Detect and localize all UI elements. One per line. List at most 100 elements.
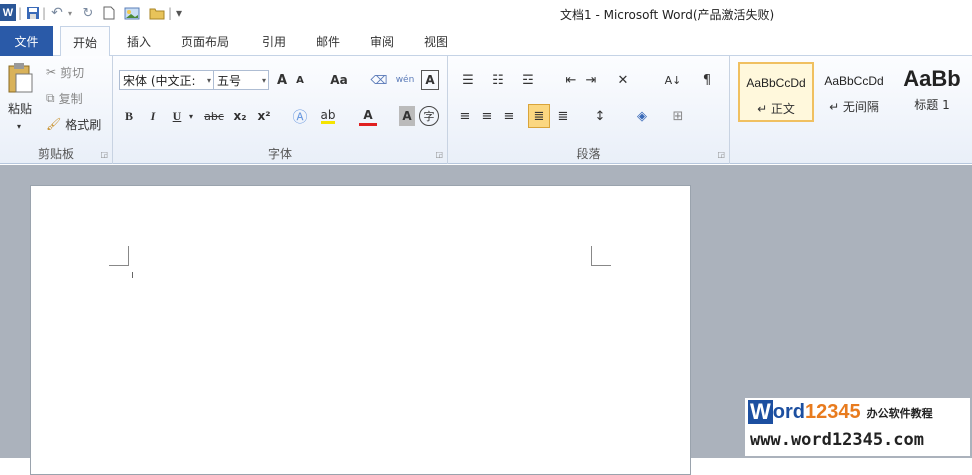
tab-references[interactable]: 引用: [262, 26, 286, 56]
character-shading-button[interactable]: A: [399, 106, 415, 126]
font-size-dropdown-icon[interactable]: ▾: [262, 76, 266, 85]
shading-icon[interactable]: ◈: [630, 106, 654, 126]
subscript-button[interactable]: x₂: [231, 106, 249, 126]
style-normal-name: ↵ 正文: [757, 102, 795, 116]
phonetic-guide-button[interactable]: wén: [395, 70, 415, 90]
document-page[interactable]: [30, 185, 691, 475]
cut-button[interactable]: ✂ 剪切: [46, 62, 84, 82]
undo-icon[interactable]: ↶: [49, 5, 65, 21]
customize-quick-access-icon[interactable]: ▾: [176, 5, 182, 21]
insert-picture-icon[interactable]: [123, 5, 141, 21]
tab-home[interactable]: 开始: [60, 26, 110, 57]
copy-icon: ⧉: [46, 90, 55, 105]
paste-dropdown-icon[interactable]: ▾: [12, 116, 26, 136]
decrease-indent-icon[interactable]: ⇤: [562, 70, 580, 90]
text-effects-icon[interactable]: Ⓐ: [290, 106, 310, 126]
watermark-brand-number: 12345: [804, 401, 861, 423]
watermark-tagline: 办公软件教程: [866, 408, 933, 420]
save-icon[interactable]: [25, 5, 41, 21]
highlighter-icon: ab: [320, 107, 336, 124]
clear-format-icon[interactable]: ⌫: [370, 70, 388, 90]
sort-button[interactable]: A↓: [662, 70, 684, 90]
open-folder-icon[interactable]: [148, 5, 166, 21]
new-document-icon[interactable]: [101, 5, 117, 21]
font-launcher-icon[interactable]: ◲: [435, 150, 443, 159]
character-border-button[interactable]: A: [421, 70, 439, 90]
line-spacing-icon[interactable]: ↕: [588, 106, 612, 126]
watermark-brand: W ord 12345 办公软件教程: [748, 400, 933, 424]
font-size-value: 五号: [217, 73, 242, 88]
style-heading-1-sample: AaBb: [903, 66, 961, 91]
distributed-icon[interactable]: ≣: [554, 106, 572, 126]
watermark: W ord 12345 办公软件教程 www.word12345.com: [745, 398, 970, 456]
tab-review[interactable]: 审阅: [370, 26, 394, 56]
paste-icon[interactable]: [6, 62, 36, 96]
margin-corner-top-right: [591, 246, 611, 266]
superscript-button[interactable]: x²: [255, 106, 273, 126]
copy-button[interactable]: ⧉ 复制: [46, 88, 83, 108]
paragraph-launcher-icon[interactable]: ◲: [717, 150, 725, 159]
cut-label: 剪切: [60, 65, 85, 80]
style-normal-sample: AaBbCcDd: [746, 76, 806, 90]
numbering-icon[interactable]: ☷: [486, 70, 510, 90]
grow-font-button[interactable]: A: [274, 70, 290, 90]
underline-dropdown-icon[interactable]: ▾: [186, 106, 196, 126]
enclose-characters-button[interactable]: 字: [419, 106, 439, 126]
ribbon-tab-bar: 文件 开始 插入 页面布局 引用 邮件 审阅 视图: [0, 26, 972, 57]
font-name-combo[interactable]: 宋体 (中文正: ▾: [119, 70, 214, 90]
style-no-spacing-sample: AaBbCcDd: [824, 74, 884, 88]
font-name-value: 宋体 (中文正:: [123, 73, 196, 88]
qa-separator-3: |: [168, 6, 173, 20]
watermark-brand-letter: W: [748, 399, 773, 424]
style-heading-1-name: 标题 1: [914, 98, 950, 112]
multilevel-list-icon[interactable]: ☲: [516, 70, 540, 90]
style-no-spacing[interactable]: AaBbCcDd ↵ 无间隔: [816, 62, 892, 122]
bold-button[interactable]: B: [121, 106, 137, 126]
copy-label: 复制: [58, 91, 83, 106]
clipboard-launcher-icon[interactable]: ◲: [100, 150, 108, 159]
tab-view[interactable]: 视图: [424, 26, 448, 56]
ribbon: 粘贴 ▾ ✂ 剪切 ⧉ 复制 🖌 格式刷 剪贴板 ◲ 宋体 (中文正: ▾ 五号 ▾ A …: [0, 56, 972, 164]
align-left-icon[interactable]: ≡: [456, 106, 474, 126]
font-color-button[interactable]: A: [359, 106, 377, 126]
tab-file[interactable]: 文件: [0, 26, 53, 56]
word-logo-letter: W: [2, 6, 14, 19]
qa-separator: |: [18, 6, 23, 20]
tab-page-layout[interactable]: 页面布局: [181, 26, 229, 56]
shrink-font-button[interactable]: A: [293, 70, 307, 90]
styles-group: AaBbCcDd ↵ 正文 AaBbCcDd ↵ 无间隔 AaBb 标题 1: [730, 56, 972, 164]
bullets-icon[interactable]: ☰: [456, 70, 480, 90]
tab-mailings[interactable]: 邮件: [316, 26, 340, 56]
paste-button[interactable]: 粘贴: [4, 98, 36, 118]
font-size-combo[interactable]: 五号 ▾: [213, 70, 269, 90]
undo-dropdown-icon[interactable]: ▾: [65, 5, 75, 21]
tab-insert[interactable]: 插入: [127, 26, 151, 56]
redo-icon[interactable]: ↻: [80, 5, 96, 21]
align-center-icon[interactable]: ≡: [478, 106, 496, 126]
highlight-color-button[interactable]: ab: [316, 106, 340, 126]
margin-corner-top-left: [109, 246, 129, 266]
font-group-label: 字体: [267, 147, 292, 161]
style-heading-1[interactable]: AaBb 标题 1: [892, 62, 972, 122]
clipboard-group: 粘贴 ▾ ✂ 剪切 ⧉ 复制 🖌 格式刷 剪贴板 ◲: [0, 56, 113, 164]
show-marks-icon[interactable]: ¶: [698, 70, 716, 90]
window-title: 文档1 - Microsoft Word(产品激活失败): [560, 8, 775, 22]
brush-icon: 🖌: [46, 117, 62, 131]
underline-button[interactable]: U: [169, 106, 185, 126]
change-case-button[interactable]: Aa: [328, 70, 350, 90]
increase-indent-icon[interactable]: ⇥: [582, 70, 600, 90]
strikethrough-button[interactable]: abc: [203, 106, 225, 126]
format-painter-button[interactable]: 🖌 格式刷: [46, 114, 101, 134]
italic-button[interactable]: I: [145, 106, 161, 126]
align-right-icon[interactable]: ≡: [500, 106, 518, 126]
justify-icon[interactable]: ≣: [528, 104, 550, 128]
borders-icon[interactable]: ⊞: [666, 106, 690, 126]
watermark-brand-rest: ord: [772, 401, 805, 423]
asian-layout-icon[interactable]: ✕: [611, 70, 635, 90]
font-name-dropdown-icon[interactable]: ▾: [207, 76, 211, 85]
title-bar: W | | ↶ ▾ ↻ | ▾ 文档1 - Microsoft Word(产品激…: [0, 0, 972, 26]
word-logo-icon[interactable]: W: [0, 4, 16, 21]
paragraph-group-label: 段落: [576, 147, 601, 161]
clipboard-group-label: 剪贴板: [37, 147, 74, 161]
style-normal[interactable]: AaBbCcDd ↵ 正文: [738, 62, 814, 122]
